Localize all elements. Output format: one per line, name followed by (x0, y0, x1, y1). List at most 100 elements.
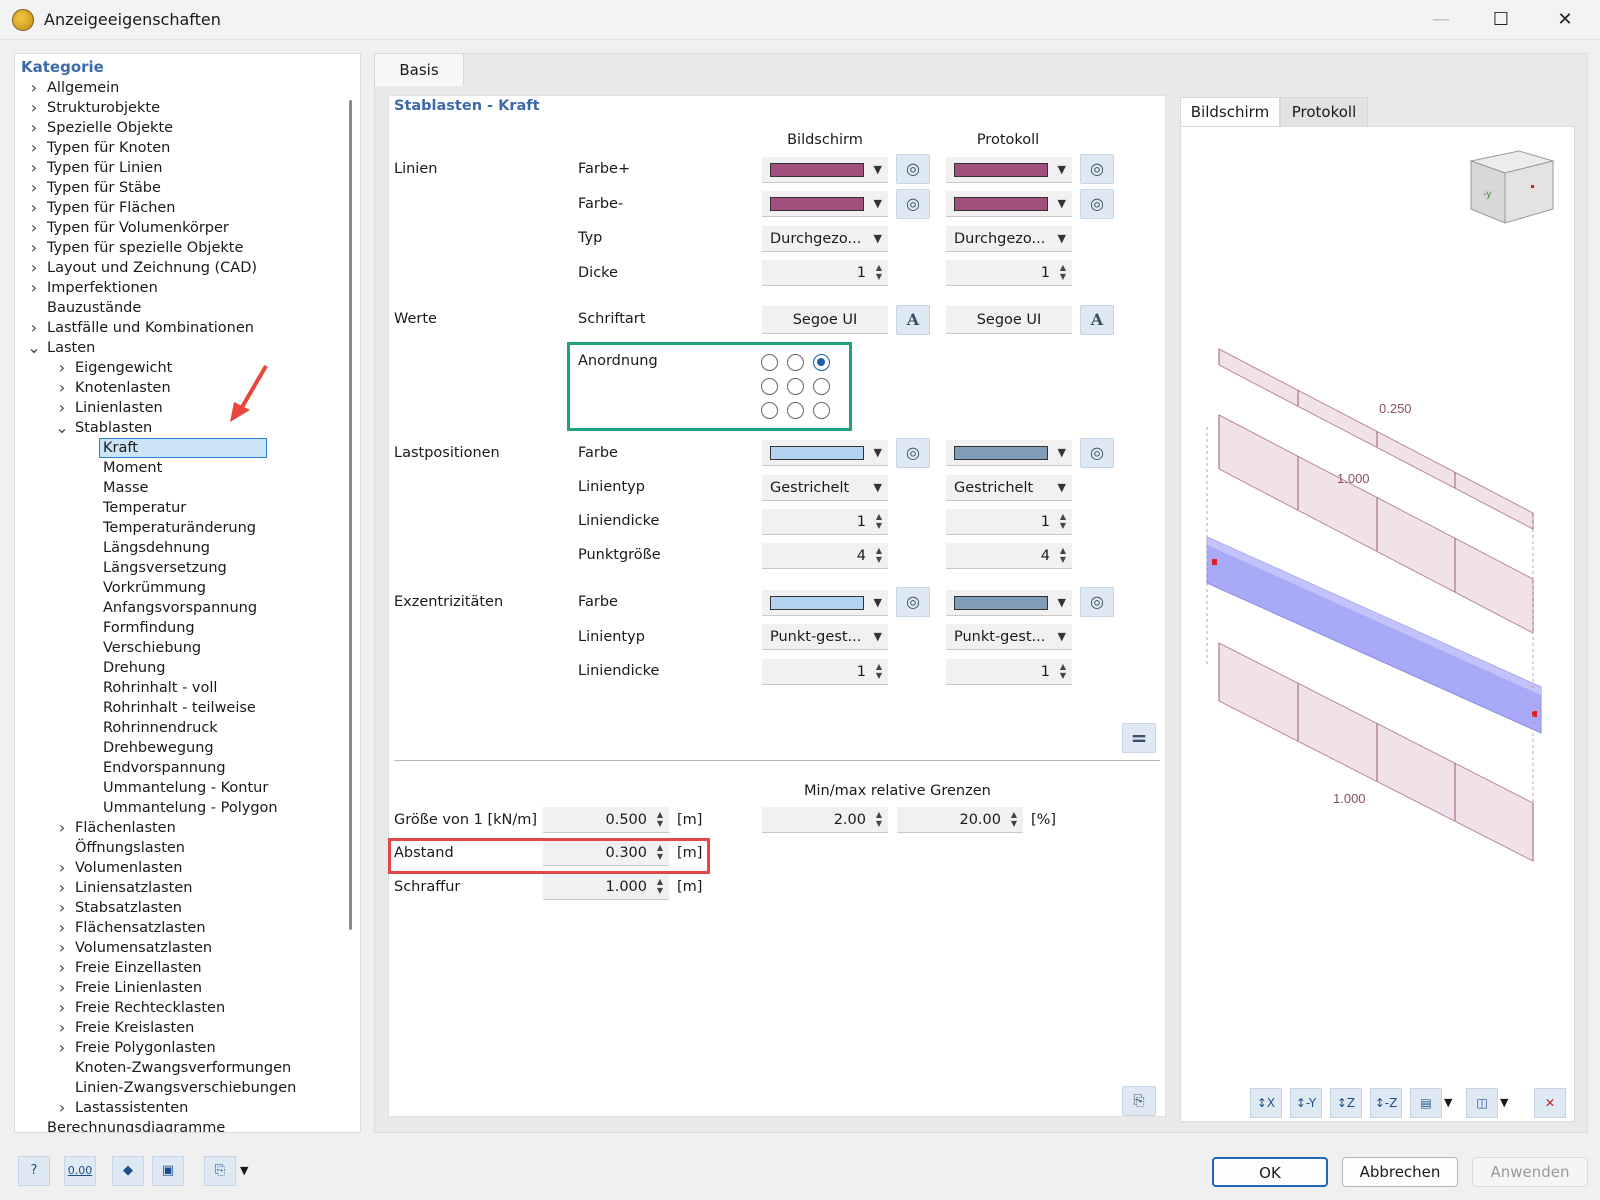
tree-item[interactable]: Formfindung (15, 618, 345, 638)
chevron-right-icon[interactable]: › (55, 858, 69, 878)
tree-item[interactable]: › Spezielle Objekte (15, 118, 345, 138)
color-palette-icon[interactable]: ◎ (896, 587, 930, 617)
chevron-right-icon[interactable]: › (55, 918, 69, 938)
spin-icon[interactable]: ▲ ▼ (1011, 810, 1017, 828)
tree-item[interactable]: › Freie Kreislasten (15, 1018, 345, 1038)
chevron-down-icon[interactable]: ⌄ (55, 418, 69, 438)
tree-item[interactable]: Längsdehnung (15, 538, 345, 558)
color-palette-icon[interactable]: ◎ (1080, 154, 1114, 184)
chevron-right-icon[interactable]: › (55, 818, 69, 838)
chevron-down-icon[interactable]: ⌄ (27, 338, 41, 358)
lastpos-linetype-protocol-dropdown[interactable]: Gestrichelt ▼ (946, 475, 1072, 501)
tree-item[interactable]: › Typen für Linien (15, 158, 345, 178)
spin-icon[interactable]: ▲ ▼ (1060, 263, 1066, 281)
ecc-color-screen-dropdown[interactable]: ▼ (762, 590, 888, 616)
min-limit-stepper[interactable]: 2.00 ▲ ▼ (762, 807, 888, 833)
tree-item[interactable]: › Liniensatzlasten (15, 878, 345, 898)
chevron-right-icon[interactable]: › (55, 978, 69, 998)
tree-item[interactable]: Längsversetzung (15, 558, 345, 578)
chevron-right-icon[interactable]: › (55, 1018, 69, 1038)
close-button[interactable]: ✕ (1540, 4, 1590, 36)
ecc-color-protocol-dropdown[interactable]: ▼ (946, 590, 1072, 616)
view-model-icon[interactable]: ◆ (112, 1156, 144, 1186)
chevron-right-icon[interactable]: › (55, 898, 69, 918)
render-mode-icon[interactable]: ◫ (1466, 1088, 1498, 1118)
color-plus-screen-dropdown[interactable]: ▼ (762, 157, 888, 183)
chevron-right-icon[interactable]: › (55, 958, 69, 978)
copy-settings-icon[interactable]: ⎘ (1122, 1086, 1156, 1116)
position-radio-top-left[interactable] (761, 354, 778, 371)
view-z-icon[interactable]: ↕Z (1330, 1088, 1362, 1118)
tree-item[interactable]: Endvorspannung (15, 758, 345, 778)
spin-icon[interactable]: ▲ ▼ (1060, 546, 1066, 564)
typ-protocol-dropdown[interactable]: Durchgezo... ▼ (946, 226, 1072, 252)
chevron-right-icon[interactable]: › (27, 158, 41, 178)
pointsize-protocol-stepper[interactable]: 4 ▲ ▼ (946, 543, 1072, 569)
spin-icon[interactable]: ▲ ▼ (657, 877, 663, 895)
font-color-icon[interactable]: A (896, 305, 930, 335)
tree-item[interactable]: Knoten-Zwangsverformungen (15, 1058, 345, 1078)
spin-icon[interactable]: ▲ ▼ (876, 810, 882, 828)
pointsize-screen-stepper[interactable]: 4 ▲ ▼ (762, 543, 888, 569)
view-cube-icon[interactable]: -y (1461, 145, 1557, 229)
lastpos-linetype-screen-dropdown[interactable]: Gestrichelt ▼ (762, 475, 888, 501)
tree-item[interactable]: Temperatur (15, 498, 345, 518)
tree-item[interactable]: Rohrinnendruck (15, 718, 345, 738)
tree-item[interactable]: › Strukturobjekte (15, 98, 345, 118)
tree-item[interactable]: › Typen für Volumenkörper (15, 218, 345, 238)
view-minus-z-icon[interactable]: ↕-Z (1370, 1088, 1402, 1118)
position-radio-middle-center[interactable] (787, 378, 804, 395)
tree-item[interactable]: › Freie Linienlasten (15, 978, 345, 998)
tree-item[interactable]: Vorkrümmung (15, 578, 345, 598)
chevron-right-icon[interactable]: › (27, 238, 41, 258)
chevron-right-icon[interactable]: › (27, 218, 41, 238)
maximize-button[interactable]: ☐ (1476, 4, 1526, 36)
tree-item[interactable]: Bauzustände (15, 298, 345, 318)
chevron-right-icon[interactable]: › (27, 198, 41, 218)
chevron-right-icon[interactable]: › (55, 358, 69, 378)
position-radio-bottom-center[interactable] (787, 402, 804, 419)
dicke-screen-stepper[interactable]: 1 ▲ ▼ (762, 260, 888, 286)
chevron-right-icon[interactable]: › (55, 1098, 69, 1118)
chevron-down-icon[interactable]: ▼ (240, 1164, 248, 1177)
spin-icon[interactable]: ▲ ▼ (876, 512, 882, 530)
chevron-right-icon[interactable]: › (55, 1038, 69, 1058)
tree-item[interactable]: ⌄ Lasten (15, 338, 345, 358)
chevron-right-icon[interactable]: › (55, 398, 69, 418)
tree-item[interactable]: › Freie Einzellasten (15, 958, 345, 978)
tree-item[interactable]: Temperaturänderung (15, 518, 345, 538)
lastpos-color-protocol-dropdown[interactable]: ▼ (946, 440, 1072, 466)
chevron-right-icon[interactable]: › (27, 278, 41, 298)
spin-icon[interactable]: ▲ ▼ (876, 662, 882, 680)
lastpos-color-screen-dropdown[interactable]: ▼ (762, 440, 888, 466)
color-palette-icon[interactable]: ◎ (896, 154, 930, 184)
tree-item[interactable]: › Lastfälle und Kombinationen (15, 318, 345, 338)
lastpos-thickness-screen-stepper[interactable]: 1 ▲ ▼ (762, 509, 888, 535)
spin-icon[interactable]: ▲ ▼ (876, 546, 882, 564)
chevron-right-icon[interactable]: › (27, 258, 41, 278)
spin-icon[interactable]: ▲ ▼ (1060, 662, 1066, 680)
tree-item[interactable]: Drehbewegung (15, 738, 345, 758)
chevron-right-icon[interactable]: › (27, 118, 41, 138)
tree-item[interactable]: › Allgemein (15, 78, 345, 98)
chevron-right-icon[interactable]: › (55, 878, 69, 898)
color-minus-screen-dropdown[interactable]: ▼ (762, 191, 888, 217)
chevron-right-icon[interactable]: › (27, 78, 41, 98)
chevron-right-icon[interactable]: › (27, 178, 41, 198)
display-mode-icon[interactable]: ▤ (1410, 1088, 1442, 1118)
tree-item[interactable]: › Volumenlasten (15, 858, 345, 878)
tree-item[interactable]: Masse (15, 478, 345, 498)
tree-item[interactable]: Rohrinhalt - teilweise (15, 698, 345, 718)
tree-item[interactable]: Öffnungslasten (15, 838, 345, 858)
preview-tab-protocol[interactable]: Protokoll (1280, 97, 1368, 126)
chevron-down-icon[interactable]: ▼ (1500, 1096, 1508, 1109)
tree-item[interactable]: › Typen für Flächen (15, 198, 345, 218)
tree-item[interactable]: › Volumensatzlasten (15, 938, 345, 958)
color-palette-icon[interactable]: ◎ (1080, 438, 1114, 468)
position-radio-bottom-left[interactable] (761, 402, 778, 419)
ecc-thickness-screen-stepper[interactable]: 1 ▲ ▼ (762, 659, 888, 685)
chevron-right-icon[interactable]: › (55, 378, 69, 398)
font-color-icon[interactable]: A (1080, 305, 1114, 335)
tree-item[interactable]: Berechnungsdiagramme (15, 1118, 345, 1132)
color-palette-icon[interactable]: ◎ (1080, 189, 1114, 219)
